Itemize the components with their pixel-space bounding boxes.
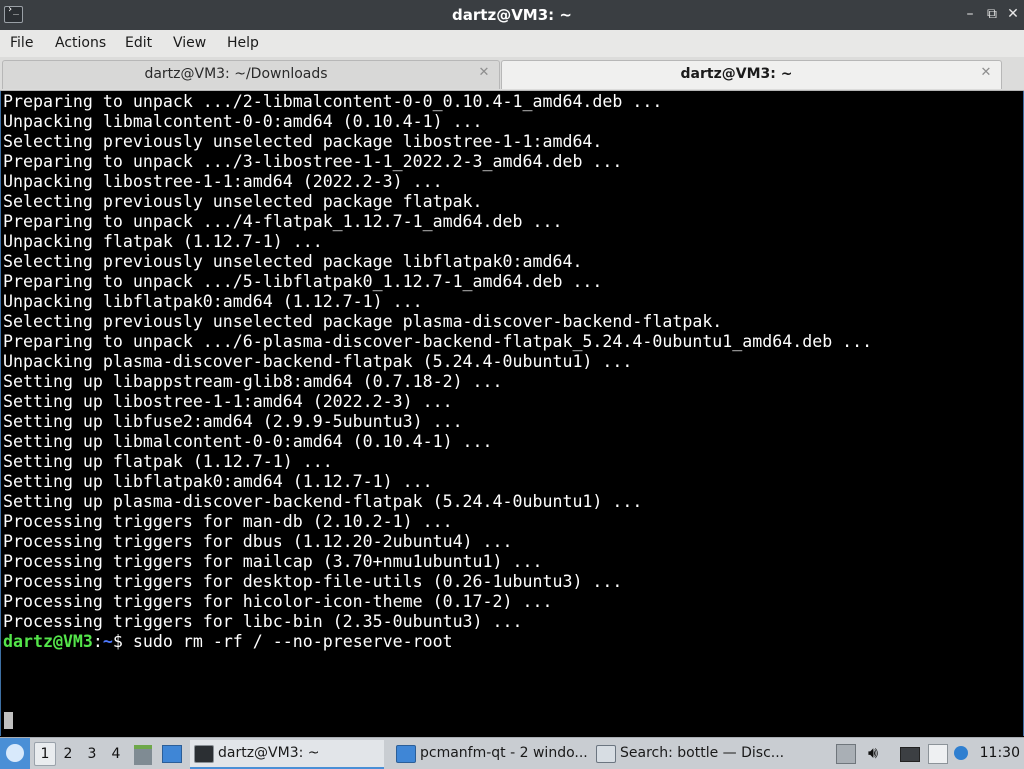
- tab-downloads[interactable]: dartz@VM3: ~/Downloads ✕: [2, 60, 500, 89]
- workspace-1[interactable]: 1: [34, 742, 56, 766]
- terminal-line: Unpacking libflatpak0:amd64 (1.12.7-1) .…: [3, 292, 423, 311]
- menu-file[interactable]: File: [10, 30, 33, 56]
- menu-bar: File Actions Edit View Help: [0, 30, 1024, 57]
- close-icon[interactable]: ✕: [1005, 6, 1021, 22]
- maximize-icon[interactable]: ⧉: [984, 6, 1000, 22]
- folder-icon: [396, 745, 416, 763]
- task-file-manager[interactable]: pcmanfm-qt - 2 windo...: [392, 740, 588, 767]
- terminal-line: Processing triggers for hicolor-icon-the…: [3, 592, 553, 611]
- terminal-line: Processing triggers for desktop-file-uti…: [3, 572, 623, 591]
- task-label: Search: bottle — Disc...: [620, 745, 785, 761]
- terminal-line: Preparing to unpack .../2-libmalcontent-…: [3, 92, 663, 111]
- terminal-line: Setting up libostree-1-1:amd64 (2022.2-3…: [3, 392, 453, 411]
- terminal-icon: [194, 745, 214, 763]
- terminal-line: Unpacking flatpak (1.12.7-1) ...: [3, 232, 323, 251]
- terminal-line: Selecting previously unselected package …: [3, 252, 583, 271]
- workspace-2[interactable]: 2: [58, 743, 78, 765]
- terminal-line: Setting up plasma-discover-backend-flatp…: [3, 492, 643, 511]
- terminal-line: Setting up libmalcontent-0-0:amd64 (0.10…: [3, 432, 493, 451]
- volume-icon[interactable]: 🔊︎: [864, 744, 882, 762]
- task-terminal[interactable]: dartz@VM3: ~: [190, 740, 384, 769]
- terminal-cursor: [4, 712, 13, 729]
- tab-label: dartz@VM3: ~/Downloads: [144, 66, 328, 82]
- update-notifier-icon[interactable]: [954, 746, 968, 760]
- trash-icon[interactable]: [134, 745, 152, 765]
- terminal-line: Unpacking libostree-1-1:amd64 (2022.2-3)…: [3, 172, 443, 191]
- terminal-line: Unpacking libmalcontent-0-0:amd64 (0.10.…: [3, 112, 483, 131]
- terminal-line: Processing triggers for mailcap (3.70+nm…: [3, 552, 543, 571]
- terminal-line: Selecting previously unselected package …: [3, 312, 723, 331]
- terminal-line: Preparing to unpack .../6-plasma-discove…: [3, 332, 873, 351]
- start-menu-button[interactable]: [0, 738, 30, 769]
- terminal-line: Unpacking plasma-discover-backend-flatpa…: [3, 352, 633, 371]
- terminal-line: Setting up libfuse2:amd64 (2.9.9-5ubuntu…: [3, 412, 463, 431]
- notification-icon[interactable]: [836, 744, 856, 764]
- discover-store-icon: [596, 745, 616, 763]
- keyboard-layout-icon[interactable]: [900, 747, 920, 762]
- task-discover[interactable]: Search: bottle — Disc...: [592, 740, 788, 767]
- terminal-line: Selecting previously unselected package …: [3, 192, 483, 211]
- terminal-line: Selecting previously unselected package …: [3, 132, 603, 151]
- terminal-line: Preparing to unpack .../4-flatpak_1.12.7…: [3, 212, 563, 231]
- prompt-user-host: dartz@VM3: [3, 632, 93, 651]
- window-title: dartz@VM3: ~: [452, 6, 572, 24]
- terminal-line: Preparing to unpack .../5-libflatpak0_1.…: [3, 272, 603, 291]
- prompt-path: ~: [102, 632, 113, 651]
- terminal-prompt-line[interactable]: dartz@VM3:~$ sudo rm -rf / --no-preserve…: [3, 632, 872, 652]
- terminal-line: Setting up flatpak (1.12.7-1) ...: [3, 452, 333, 471]
- minimize-icon[interactable]: –: [962, 6, 978, 22]
- prompt-symbol: $: [112, 632, 133, 651]
- terminal-lines: Preparing to unpack .../2-libmalcontent-…: [3, 92, 872, 652]
- window-titlebar[interactable]: ›_ dartz@VM3: ~ – ⧉ ✕: [0, 0, 1024, 30]
- clock[interactable]: 11:30: [980, 738, 1020, 769]
- task-label: dartz@VM3: ~: [218, 745, 320, 761]
- terminal-line: Processing triggers for dbus (1.12.20-2u…: [3, 532, 513, 551]
- prompt-command: sudo rm -rf / --no-preserve-root: [132, 632, 453, 651]
- terminal-line: Preparing to unpack .../3-libostree-1-1_…: [3, 152, 623, 171]
- terminal-line: Processing triggers for man-db (2.10.2-1…: [3, 512, 453, 531]
- tab-home[interactable]: dartz@VM3: ~ ✕: [501, 60, 1002, 89]
- menu-help[interactable]: Help: [227, 30, 259, 56]
- workspace-4[interactable]: 4: [106, 743, 126, 765]
- terminal-line: Setting up libflatpak0:amd64 (1.12.7-1) …: [3, 472, 433, 491]
- task-label: pcmanfm-qt - 2 windo...: [420, 745, 588, 761]
- start-menu-icon: [6, 744, 24, 762]
- menu-edit[interactable]: Edit: [125, 30, 152, 56]
- prompt-colon: :: [92, 632, 103, 651]
- tab-close-icon[interactable]: ✕: [477, 66, 491, 80]
- workspace-3[interactable]: 3: [82, 743, 102, 765]
- terminal-output[interactable]: Preparing to unpack .../2-libmalcontent-…: [0, 91, 1024, 736]
- clipboard-icon[interactable]: [928, 744, 948, 764]
- tab-bar: dartz@VM3: ~/Downloads ✕ dartz@VM3: ~ ✕: [0, 57, 1024, 91]
- tab-close-icon[interactable]: ✕: [979, 66, 993, 80]
- terminal-line: Setting up libappstream-glib8:amd64 (0.7…: [3, 372, 503, 391]
- show-desktop-icon[interactable]: [162, 745, 182, 763]
- taskbar: 1 2 3 4 dartz@VM3: ~ pcmanfm-qt - 2 wind…: [0, 737, 1024, 769]
- tab-label: dartz@VM3: ~: [680, 66, 793, 82]
- menu-view[interactable]: View: [173, 30, 206, 56]
- terminal-line: Processing triggers for libc-bin (2.35-0…: [3, 612, 523, 631]
- menu-actions[interactable]: Actions: [55, 30, 106, 56]
